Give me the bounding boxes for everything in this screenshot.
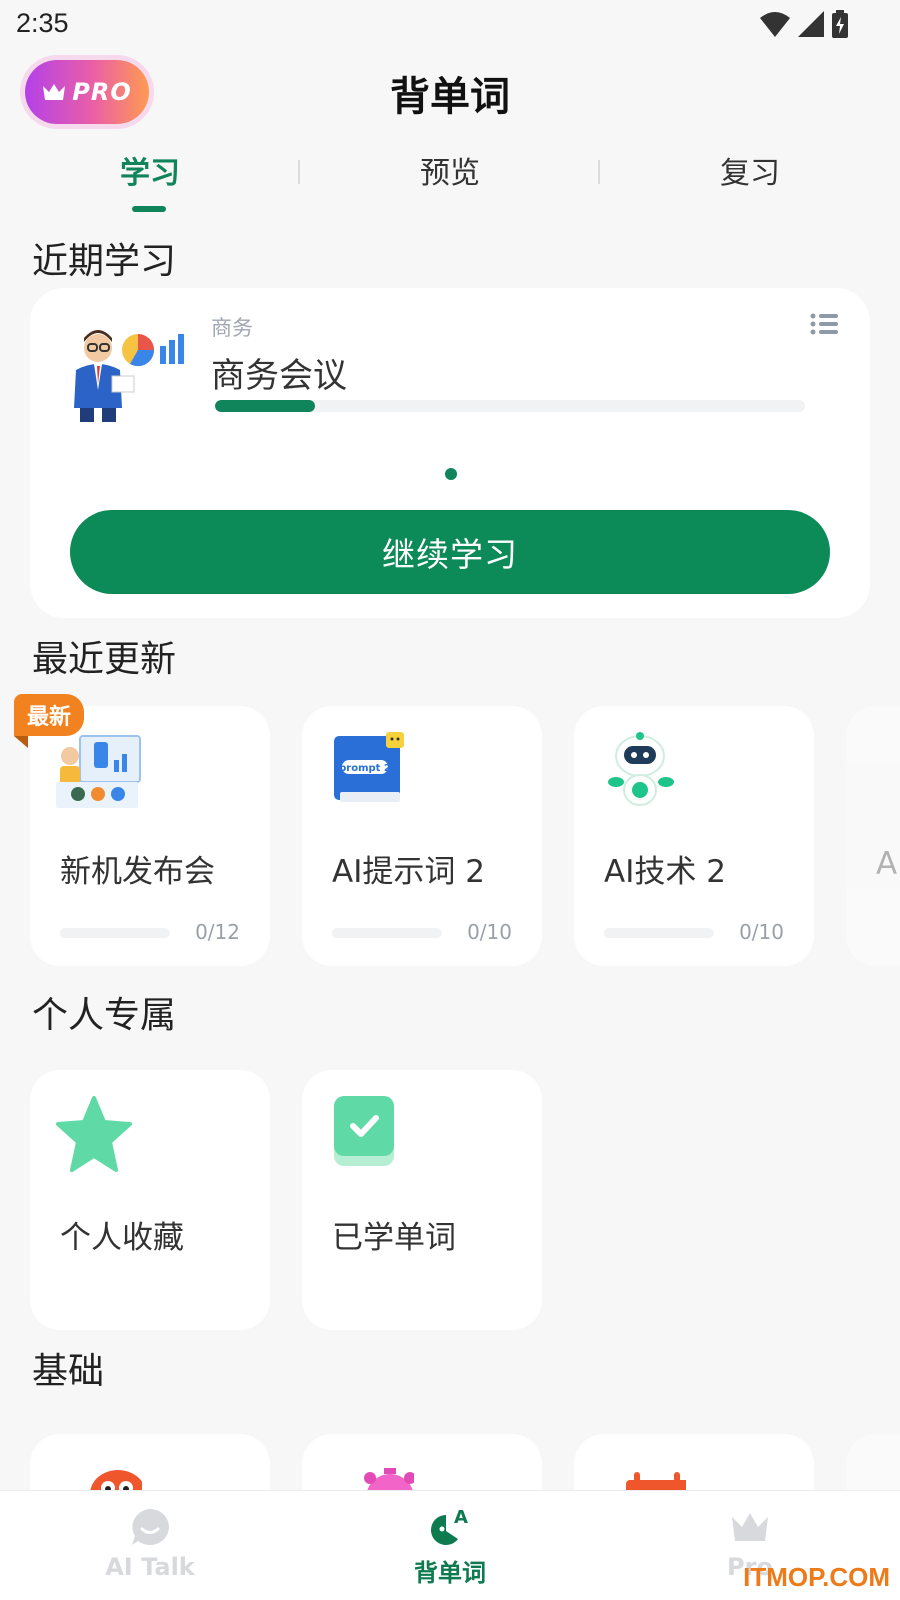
section-title-basics: 基础 (32, 1351, 105, 1392)
recent-study-progress (215, 400, 805, 412)
recent-study-category: 商务 (211, 316, 253, 340)
wifi-icon (760, 12, 790, 37)
battery-icon (832, 10, 848, 38)
signal-icon (798, 11, 824, 37)
personal-card-learned[interactable]: 已学单词 (302, 1070, 542, 1330)
check-icon (334, 1096, 394, 1166)
tab-active-indicator (132, 206, 166, 212)
page-title: 背单词 (390, 74, 510, 120)
list-icon[interactable] (810, 312, 838, 336)
watermark: ITMOP.COM (743, 1562, 890, 1592)
crown-icon (732, 1513, 768, 1541)
update-card-name: 新机发布会 (60, 854, 215, 890)
personal-card-name: 已学单词 (332, 1220, 456, 1256)
update-card-count: 0/10 (467, 920, 512, 944)
personal-card-name: 个人收藏 (60, 1220, 184, 1256)
tab-preview[interactable]: 预览 (300, 148, 600, 192)
update-card-count: 0/12 (195, 920, 240, 944)
recent-study-name: 商务会议 (211, 356, 347, 396)
update-card-name: AI技术 2 (604, 854, 726, 890)
product-launch-icon (56, 735, 141, 808)
update-card-progress (604, 928, 714, 938)
new-badge: 最新 (14, 694, 84, 736)
update-card-launch[interactable]: 新机发布会 0/12 (30, 706, 270, 966)
vocab-icon: A (431, 1507, 468, 1545)
tab-study[interactable]: 学习 (0, 148, 300, 192)
recent-study-progress-fill (215, 400, 316, 412)
tab-review[interactable]: 复习 (600, 148, 900, 192)
section-title-personal: 个人专属 (32, 995, 177, 1036)
new-badge-tail (14, 736, 28, 748)
robot-icon (608, 732, 674, 806)
personal-card-favorites[interactable]: 个人收藏 (30, 1070, 270, 1330)
section-title-recent-study: 近期学习 (32, 241, 177, 282)
nav-label: 背单词 (414, 1559, 486, 1587)
nav-item-vocab[interactable]: A 背单词 (300, 1491, 600, 1600)
status-time: 2:35 (16, 8, 69, 38)
recent-study-card[interactable]: 商务 商务会议 继续学习 (30, 288, 870, 618)
status-bar: 2:35 (0, 0, 900, 50)
nav-item-ai-talk[interactable]: AI Talk (0, 1491, 300, 1600)
header: PRO 背单词 (0, 56, 900, 128)
update-card-ai-tech[interactable]: AI技术 2 0/10 (574, 706, 814, 966)
update-card-partial[interactable]: A (846, 706, 900, 966)
continue-study-button[interactable]: 继续学习 (70, 510, 830, 594)
tab-bar: 学习 预览 复习 (0, 148, 900, 212)
section-title-recent-updates: 最近更新 (32, 639, 177, 680)
business-presenter-icon (74, 330, 184, 422)
update-card-progress (332, 928, 442, 938)
svg-text:prompt 2: prompt 2 (339, 763, 391, 774)
update-card-count: 0/10 (739, 920, 784, 944)
star-icon (56, 1096, 132, 1172)
status-icons (760, 10, 848, 38)
prompt-book-icon: prompt 2 (334, 732, 404, 802)
svg-text:A: A (454, 1507, 468, 1528)
update-card-name: A (876, 846, 898, 882)
update-card-prompt[interactable]: prompt 2 AI提示词 2 0/10 (302, 706, 542, 966)
nav-label: AI Talk (105, 1553, 195, 1581)
update-card-name: AI提示词 2 (332, 854, 485, 890)
carousel-dot (445, 468, 457, 480)
update-card-progress (60, 928, 170, 938)
chat-bubble-icon (132, 1509, 169, 1545)
